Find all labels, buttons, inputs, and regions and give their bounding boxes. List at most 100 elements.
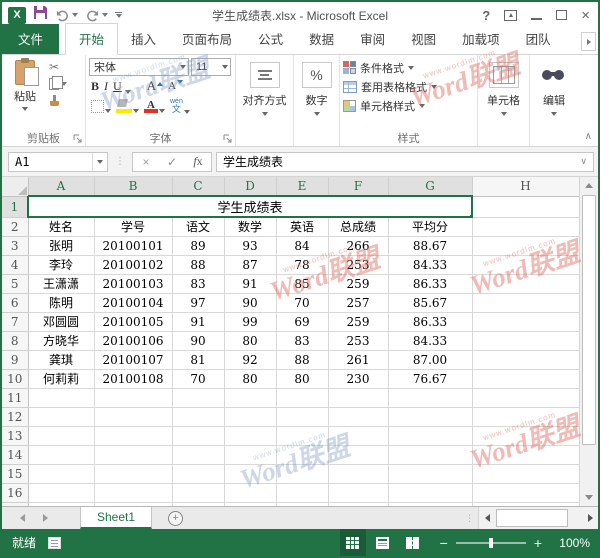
cell[interactable]: 87	[224, 255, 276, 274]
cell[interactable]: 龚琪	[28, 350, 94, 369]
cell[interactable]: 93	[224, 236, 276, 255]
cell[interactable]: 李玲	[28, 255, 94, 274]
fill-color-button[interactable]	[116, 99, 139, 113]
tab-page-layout[interactable]: 页面布局	[169, 24, 245, 54]
cell[interactable]: 69	[276, 312, 328, 331]
cell[interactable]: 20100107	[94, 350, 172, 369]
font-dialog-launcher-icon[interactable]	[223, 134, 233, 144]
minimize-icon[interactable]	[531, 11, 542, 20]
scroll-down-icon[interactable]	[580, 489, 598, 506]
cell[interactable]: 87.00	[388, 350, 472, 369]
cell[interactable]	[94, 502, 172, 506]
cell[interactable]	[472, 388, 579, 407]
clipboard-dialog-launcher-icon[interactable]	[73, 134, 83, 144]
cell[interactable]: 20100104	[94, 293, 172, 312]
cell[interactable]	[472, 217, 579, 236]
cell[interactable]	[28, 407, 94, 426]
cell[interactable]	[28, 426, 94, 445]
enter-entry-icon[interactable]: ✓	[159, 155, 185, 169]
zoom-in-icon[interactable]: +	[534, 535, 542, 551]
column-header-C[interactable]: C	[172, 177, 224, 196]
column-header-E[interactable]: E	[276, 177, 328, 196]
zoom-slider-thumb[interactable]	[489, 538, 493, 548]
cell[interactable]	[388, 407, 472, 426]
shrink-font-button[interactable]: A	[168, 80, 183, 92]
group-number[interactable]: % 数字	[294, 55, 340, 146]
group-cells[interactable]: 单元格	[478, 55, 530, 146]
cell[interactable]	[472, 502, 579, 506]
cell[interactable]: 230	[328, 369, 388, 388]
cell[interactable]	[224, 502, 276, 506]
cell[interactable]	[172, 502, 224, 506]
cell[interactable]: 257	[328, 293, 388, 312]
tab-team[interactable]: 团队	[513, 24, 564, 54]
zoom-out-icon[interactable]: −	[440, 535, 448, 551]
row-header-8[interactable]: 8	[2, 331, 28, 350]
cell[interactable]	[328, 388, 388, 407]
expand-formula-bar-icon[interactable]: ∨	[580, 157, 587, 167]
cell[interactable]: 邓圆圆	[28, 312, 94, 331]
tab-insert[interactable]: 插入	[118, 24, 169, 54]
cell[interactable]	[276, 445, 328, 464]
cell[interactable]: 90	[172, 331, 224, 350]
cell[interactable]	[224, 407, 276, 426]
horizontal-scroll-thumb[interactable]	[496, 509, 568, 527]
cell[interactable]	[472, 350, 579, 369]
tab-addins[interactable]: 加载项	[449, 24, 513, 54]
cell[interactable]	[172, 464, 224, 483]
cell[interactable]: 学号	[94, 217, 172, 236]
cell[interactable]: 91	[224, 274, 276, 293]
cell[interactable]: 20100106	[94, 331, 172, 350]
cell[interactable]: 70	[172, 369, 224, 388]
font-name-combo[interactable]: 宋体	[89, 58, 189, 76]
undo-icon[interactable]	[55, 9, 78, 22]
column-header-F[interactable]: F	[328, 177, 388, 196]
bold-button[interactable]: B	[91, 79, 99, 94]
cell[interactable]	[328, 445, 388, 464]
cell[interactable]: 88	[276, 350, 328, 369]
cell[interactable]: 语文	[172, 217, 224, 236]
cell[interactable]: 方晓华	[28, 331, 94, 350]
row-header-11[interactable]: 11	[2, 388, 28, 407]
cell[interactable]: 何莉莉	[28, 369, 94, 388]
cell[interactable]	[94, 464, 172, 483]
cell[interactable]	[224, 426, 276, 445]
cell[interactable]: 平均分	[388, 217, 472, 236]
cell[interactable]	[388, 388, 472, 407]
cell[interactable]	[472, 196, 579, 217]
cell[interactable]	[94, 445, 172, 464]
italic-button[interactable]: I	[104, 79, 108, 94]
cell[interactable]	[94, 426, 172, 445]
group-alignment[interactable]: 对齐方式	[236, 55, 294, 146]
name-box[interactable]: A1	[8, 152, 108, 172]
row-header-4[interactable]: 4	[2, 255, 28, 274]
cell[interactable]	[276, 464, 328, 483]
borders-button[interactable]	[91, 100, 111, 113]
cell[interactable]: 88	[172, 255, 224, 274]
select-all-corner[interactable]	[2, 177, 28, 196]
cell[interactable]: 80	[224, 369, 276, 388]
column-header-B[interactable]: B	[94, 177, 172, 196]
cell[interactable]	[172, 483, 224, 502]
cell[interactable]: 78	[276, 255, 328, 274]
tab-home[interactable]: 开始	[65, 23, 118, 55]
horizontal-scrollbar[interactable]	[478, 507, 598, 529]
cell[interactable]: 84.33	[388, 331, 472, 350]
cell[interactable]	[388, 426, 472, 445]
cell[interactable]	[328, 483, 388, 502]
cell[interactable]: 陈明	[28, 293, 94, 312]
cell[interactable]	[28, 502, 94, 506]
save-icon[interactable]	[33, 5, 48, 25]
cell[interactable]	[224, 388, 276, 407]
cell[interactable]: 261	[328, 350, 388, 369]
cell[interactable]: 259	[328, 312, 388, 331]
cell[interactable]: 253	[328, 255, 388, 274]
scroll-right-icon[interactable]	[582, 507, 598, 529]
cell[interactable]: 84	[276, 236, 328, 255]
cell[interactable]: 张明	[28, 236, 94, 255]
collapse-ribbon-icon[interactable]: ∧	[585, 131, 592, 142]
font-size-combo[interactable]: 11	[191, 58, 231, 76]
cell[interactable]: 英语	[276, 217, 328, 236]
cancel-entry-icon[interactable]: ×	[133, 155, 159, 169]
row-header-5[interactable]: 5	[2, 274, 28, 293]
